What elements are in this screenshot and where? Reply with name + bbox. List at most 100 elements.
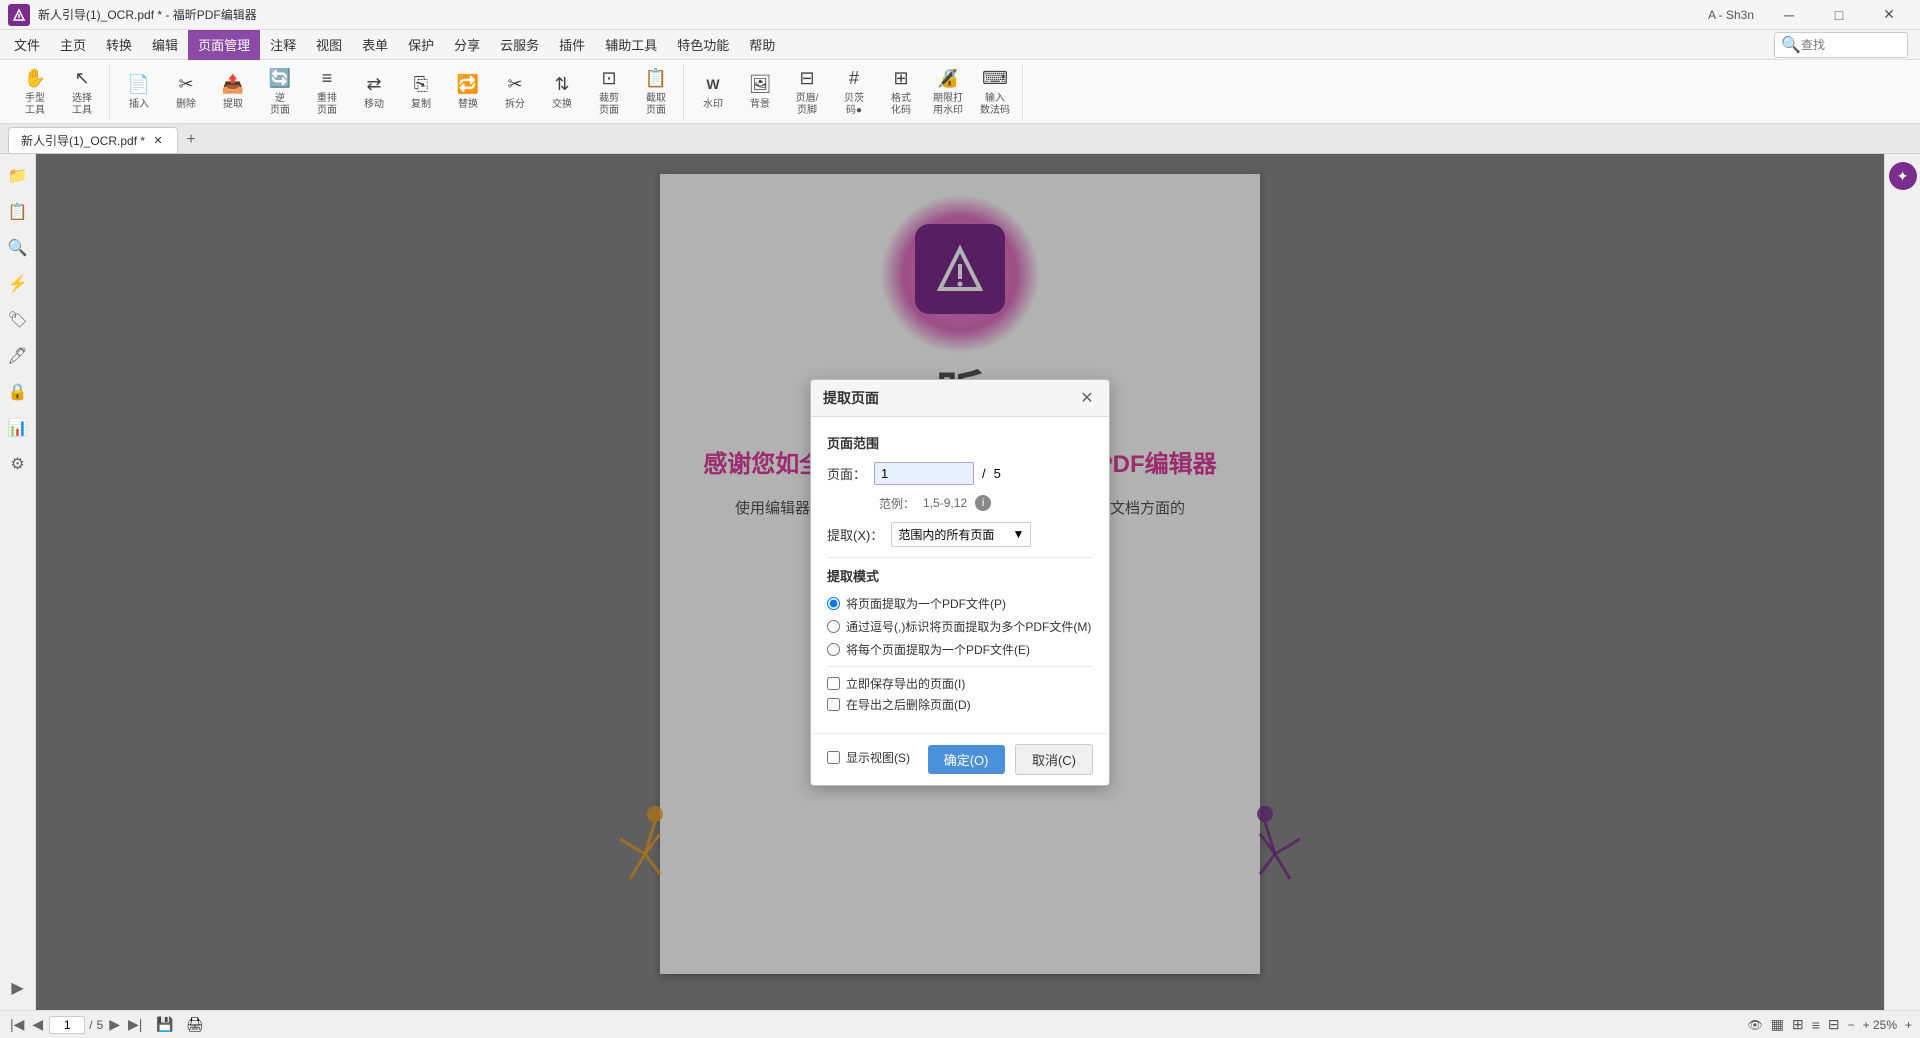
search-box[interactable]: 🔍 [1774,32,1908,58]
menu-cloud[interactable]: 云服务 [490,30,549,60]
menu-page-manage[interactable]: 页面管理 [188,30,260,60]
pdf-viewer[interactable]: 昕 感谢您如全球6.5亿用户一样信任福昕PDF编辑器 使用编辑器可以帮助您在日常… [36,154,1884,1010]
sidebar-icon-bookmark[interactable]: ⚡ [4,270,32,298]
tool-input-code[interactable]: ⌨ 输入数法码 [972,64,1018,120]
input-code-label: 输入数法码 [980,93,1010,117]
prev-page-button[interactable]: ◀ [30,1016,45,1033]
format-code-label: 格式化码 [891,93,911,117]
extract-range-row: 提取(X)： 范围内的所有页面 ▼ [827,522,1093,547]
search-input[interactable] [1801,38,1901,52]
ok-button[interactable]: 确定(O) [928,745,1005,774]
menu-convert[interactable]: 转换 [96,30,142,60]
sidebar-icon-search[interactable]: 🔍 [4,234,32,262]
window-title: 新人引导(1)_OCR.pdf * - 福昕PDF编辑器 [38,6,257,23]
tool-reorder[interactable]: ≡ 重排页面 [304,64,350,120]
sidebar-icon-tag[interactable]: 🏷 [4,306,32,334]
tab-file-name: 新人引导(1)_OCR.pdf * [21,132,145,149]
radio-each-input[interactable] [827,643,840,656]
tab-pdf-file[interactable]: 新人引导(1)_OCR.pdf * ✕ [8,127,178,153]
menu-protect[interactable]: 保护 [398,30,444,60]
sidebar-icon-layers[interactable]: 📊 [4,414,32,442]
right-icon-ai[interactable]: ✦ [1889,162,1917,190]
tool-header-footer[interactable]: ⊟ 页眉/页脚 [784,64,830,120]
zoom-in-button[interactable]: + [1905,1018,1912,1032]
menu-feature[interactable]: 特色功能 [667,30,739,60]
menu-help[interactable]: 帮助 [739,30,785,60]
tab-close-button[interactable]: ✕ [151,134,165,148]
view-toggle-2[interactable]: ⊞ [1792,1016,1804,1033]
modal-close-button[interactable]: ✕ [1077,388,1097,408]
close-button[interactable]: ✕ [1866,0,1912,30]
print-page-button[interactable]: 🖨 [186,1016,204,1033]
sidebar-icon-nav[interactable]: 📁 [4,162,32,190]
menu-edit[interactable]: 编辑 [142,30,188,60]
menu-plugin[interactable]: 插件 [549,30,595,60]
tool-move[interactable]: ⇄ 移动 [351,64,397,120]
menu-home[interactable]: 主页 [50,30,96,60]
view-toggle-3[interactable]: ≡ [1812,1017,1820,1033]
checkbox-delete-input[interactable] [827,698,840,711]
tool-replace[interactable]: 🔁 替换 [445,64,491,120]
checkbox-show-input[interactable] [827,751,840,764]
menu-assistant[interactable]: 辅助工具 [595,30,667,60]
tool-reverse[interactable]: 🔄 逆页面 [257,64,303,120]
tab-add-button[interactable]: + [178,127,204,153]
tool-hand[interactable]: ✋ 手型工具 [12,64,58,120]
sidebar-icon-annotate[interactable]: 🖊 [4,342,32,370]
view-toggle-4[interactable]: ⊟ [1828,1016,1840,1033]
tool-insert[interactable]: 📄 插入 [116,64,162,120]
checkbox-save-immediately[interactable]: 立即保存导出的页面(I) [827,675,1093,692]
tool-crop[interactable]: ⊡ 裁剪页面 [586,64,632,120]
minimize-button[interactable]: ─ [1766,0,1812,30]
maximize-button[interactable]: □ [1816,0,1862,30]
radio-multiple-input[interactable] [827,620,840,633]
page-label: 页面： [827,464,866,483]
radio-single-pdf[interactable]: 将页面提取为一个PDF文件(P) [827,595,1093,612]
tool-extract[interactable]: 📤 提取 [210,64,256,120]
zoom-level: + 25% [1863,1018,1897,1032]
info-icon[interactable]: i [975,495,991,511]
save-page-button[interactable]: 💾 [156,1016,173,1033]
radio-each-page[interactable]: 将每个页面提取为一个PDF文件(E) [827,641,1093,658]
tool-split[interactable]: ✂ 拆分 [492,64,538,120]
sidebar-icon-settings[interactable]: ⚙ [4,450,32,478]
modal-dialog: 提取页面 ✕ 页面范围 页面： / 5 范例： 1 [810,379,1110,786]
modal-title: 提取页面 [823,388,879,408]
tool-format-code[interactable]: ⊞ 格式化码 [878,64,924,120]
tool-select[interactable]: ↖ 选择工具 [59,64,105,120]
tool-stamp-watermark[interactable]: 🔏 期限打用水印 [925,64,971,120]
checkbox-save-input[interactable] [827,677,840,690]
view-icon: 👁 [1748,1018,1763,1032]
first-page-button[interactable]: |◀ [8,1016,26,1033]
last-page-button[interactable]: ▶| [126,1016,144,1033]
tool-background[interactable]: 🖼 背景 [737,64,783,120]
next-page-button[interactable]: ▶ [107,1016,122,1033]
page-input[interactable] [874,462,974,485]
zoom-out-button[interactable]: − [1848,1018,1855,1032]
tool-watermark[interactable]: W 水印 [690,64,736,120]
view-toggle[interactable]: ▦ [1771,1016,1784,1033]
tool-bates[interactable]: # 贝茨码● [831,64,877,120]
sidebar-icon-pages[interactable]: 📋 [4,198,32,226]
current-page-input[interactable] [49,1016,85,1034]
tool-swap[interactable]: ⇅ 交换 [539,64,585,120]
cancel-button[interactable]: 取消(C) [1015,744,1093,775]
radio-multiple-pdf[interactable]: 通过逗号(,)标识将页面提取为多个PDF文件(M) [827,618,1093,635]
menu-form[interactable]: 表单 [352,30,398,60]
replace-icon: 🔁 [456,72,480,96]
section-divider [827,557,1093,558]
menu-share[interactable]: 分享 [444,30,490,60]
checkbox-show-explorer[interactable]: 显示视图(S) [827,749,910,766]
modal-header: 提取页面 ✕ [811,380,1109,417]
extract-select[interactable]: 范围内的所有页面 ▼ [891,522,1031,547]
sidebar-icon-lock[interactable]: 🔒 [4,378,32,406]
menu-view[interactable]: 视图 [306,30,352,60]
radio-single-input[interactable] [827,597,840,610]
menu-file[interactable]: 文件 [4,30,50,60]
sidebar-icon-expand[interactable]: ▶ [4,974,32,1002]
tool-cut[interactable]: 📋 截取页面 [633,64,679,120]
tool-copy[interactable]: ⎘ 复制 [398,64,444,120]
menu-comment[interactable]: 注释 [260,30,306,60]
tool-delete[interactable]: ✂ 删除 [163,64,209,120]
checkbox-delete-after[interactable]: 在导出之后删除页面(D) [827,696,1093,713]
